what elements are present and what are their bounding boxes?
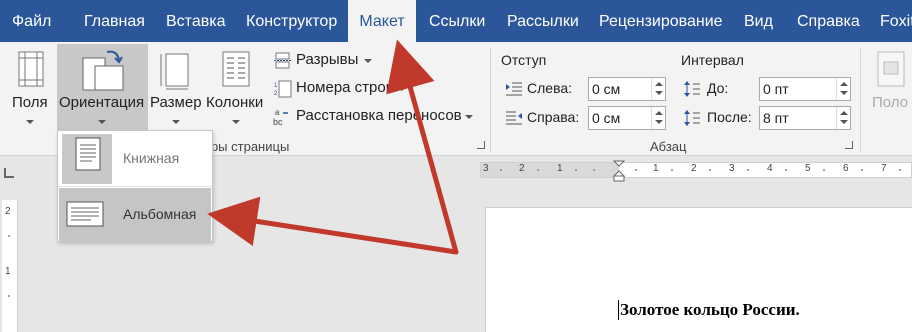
- line-numbers-caret-icon: [398, 87, 406, 91]
- annotation-arrow-to-landscape: [207, 196, 459, 255]
- breaks-icon: [274, 52, 291, 69]
- spacing-after-icon: [684, 110, 700, 126]
- hyphenation-caret-icon: [465, 115, 473, 119]
- columns-button[interactable]: [205, 46, 267, 130]
- ruler-corner-icon[interactable]: [4, 168, 14, 178]
- horizontal-ruler[interactable]: 3 2 1 1 2 3 4 5 6 7: [480, 160, 912, 182]
- landscape-page-icon: [66, 201, 104, 227]
- landscape-label: Альбомная: [123, 206, 197, 222]
- vertical-ruler[interactable]: 2 1: [2, 200, 18, 332]
- size-caret-icon: [172, 120, 180, 124]
- indent-marker-icon[interactable]: [612, 159, 626, 183]
- breaks-caret-icon: [364, 59, 372, 63]
- spacing-before-label: До:: [707, 80, 729, 96]
- line-numbers-label: Номера строк: [296, 79, 393, 96]
- orientation-button[interactable]: [57, 44, 148, 132]
- orientation-icon: [82, 50, 124, 91]
- ruler-dots: [500, 169, 901, 171]
- indent-left-value: 0 см: [592, 81, 621, 97]
- svg-text:2: 2: [274, 91, 278, 97]
- indent-right-spinner[interactable]: [651, 107, 665, 129]
- document-heading[interactable]: Золотое кольцо России.: [620, 300, 800, 320]
- line-numbers-icon: 1 2: [274, 80, 292, 98]
- hyphenation-label: Расстановка переносов: [296, 107, 462, 124]
- spacing-after-field[interactable]: 8 пт: [759, 106, 851, 130]
- size-button[interactable]: [150, 46, 204, 130]
- vruler-dots: [8, 235, 10, 297]
- tab-view[interactable]: Вид: [744, 0, 773, 42]
- tab-insert[interactable]: Вставка: [166, 0, 225, 42]
- orientation-menu: Книжная Альбомная: [57, 130, 213, 242]
- spacing-before-spinner[interactable]: [836, 78, 850, 100]
- svg-text:bc: bc: [273, 117, 283, 127]
- hyphenation-button[interactable]: a bc Расстановка переносов: [272, 106, 480, 128]
- spacing-after-value: 8 пт: [763, 110, 789, 126]
- spacing-after-spinner[interactable]: [836, 107, 850, 129]
- tab-design[interactable]: Конструктор: [246, 0, 337, 42]
- orientation-label: Ориентация: [59, 94, 145, 111]
- portrait-label: Книжная: [123, 150, 180, 166]
- svg-text:a: a: [275, 108, 280, 117]
- columns-label: Колонки: [206, 94, 264, 111]
- size-icon: [160, 53, 189, 90]
- indent-right-field[interactable]: 0 см: [588, 106, 666, 130]
- line-numbers-button[interactable]: 1 2 Номера строк: [272, 78, 412, 100]
- indent-left-icon: [506, 82, 522, 96]
- tab-file[interactable]: Файл: [12, 0, 51, 42]
- tab-review[interactable]: Рецензирование: [599, 0, 723, 42]
- margins-label: Поля: [12, 94, 48, 111]
- portrait-page-icon: [62, 134, 112, 184]
- tab-references[interactable]: Ссылки: [429, 0, 485, 42]
- ribbon-tab-bar: Файл Главная Вставка Конструктор Макет С…: [0, 0, 912, 43]
- hyphenation-icon: a bc: [273, 108, 288, 127]
- menu-item-landscape[interactable]: Альбомная: [59, 188, 211, 242]
- paragraph-launcher-icon[interactable]: [845, 141, 853, 149]
- tab-mailings[interactable]: Рассылки: [507, 0, 579, 42]
- size-label: Размер: [150, 94, 202, 111]
- margins-button[interactable]: [8, 46, 54, 130]
- svg-text:1: 1: [274, 83, 278, 89]
- tab-help[interactable]: Справка: [797, 0, 860, 42]
- indent-right-value: 0 см: [592, 110, 621, 126]
- orientation-caret-icon: [98, 120, 106, 124]
- spacing-title: Интервал: [681, 52, 744, 68]
- paragraph-group-label: Абзац: [650, 139, 687, 154]
- text-cursor: [618, 300, 619, 320]
- indent-left-spinner[interactable]: [651, 78, 665, 100]
- spacing-before-value: 0 пт: [763, 81, 789, 97]
- indent-left-field[interactable]: 0 см: [588, 77, 666, 101]
- indent-right-label: Справа:: [527, 109, 580, 125]
- columns-icon: [222, 51, 250, 87]
- indent-title: Отступ: [501, 52, 547, 68]
- group-divider: [490, 48, 491, 152]
- indent-right-icon: [506, 111, 522, 125]
- margins-caret-icon: [26, 120, 34, 124]
- breaks-button[interactable]: Разрывы: [272, 50, 382, 72]
- position-icon: [877, 51, 905, 87]
- margins-icon: [18, 51, 44, 87]
- menu-divider: [58, 186, 212, 187]
- menu-item-portrait[interactable]: Книжная: [59, 132, 211, 186]
- spacing-after-label: После:: [707, 109, 752, 125]
- tab-home[interactable]: Главная: [84, 0, 145, 42]
- group-divider: [860, 48, 861, 152]
- columns-caret-icon: [232, 120, 240, 124]
- page-setup-group-label: тры страницы: [205, 139, 290, 154]
- breaks-label: Разрывы: [296, 51, 359, 68]
- spacing-before-field[interactable]: 0 пт: [759, 77, 851, 101]
- indent-left-label: Слева:: [527, 80, 573, 96]
- page-setup-launcher-icon[interactable]: [477, 141, 485, 149]
- tab-foxit[interactable]: Foxit: [880, 0, 912, 42]
- tab-layout[interactable]: Макет: [348, 0, 416, 43]
- spacing-before-icon: [684, 81, 700, 97]
- position-label[interactable]: Поло: [872, 94, 908, 111]
